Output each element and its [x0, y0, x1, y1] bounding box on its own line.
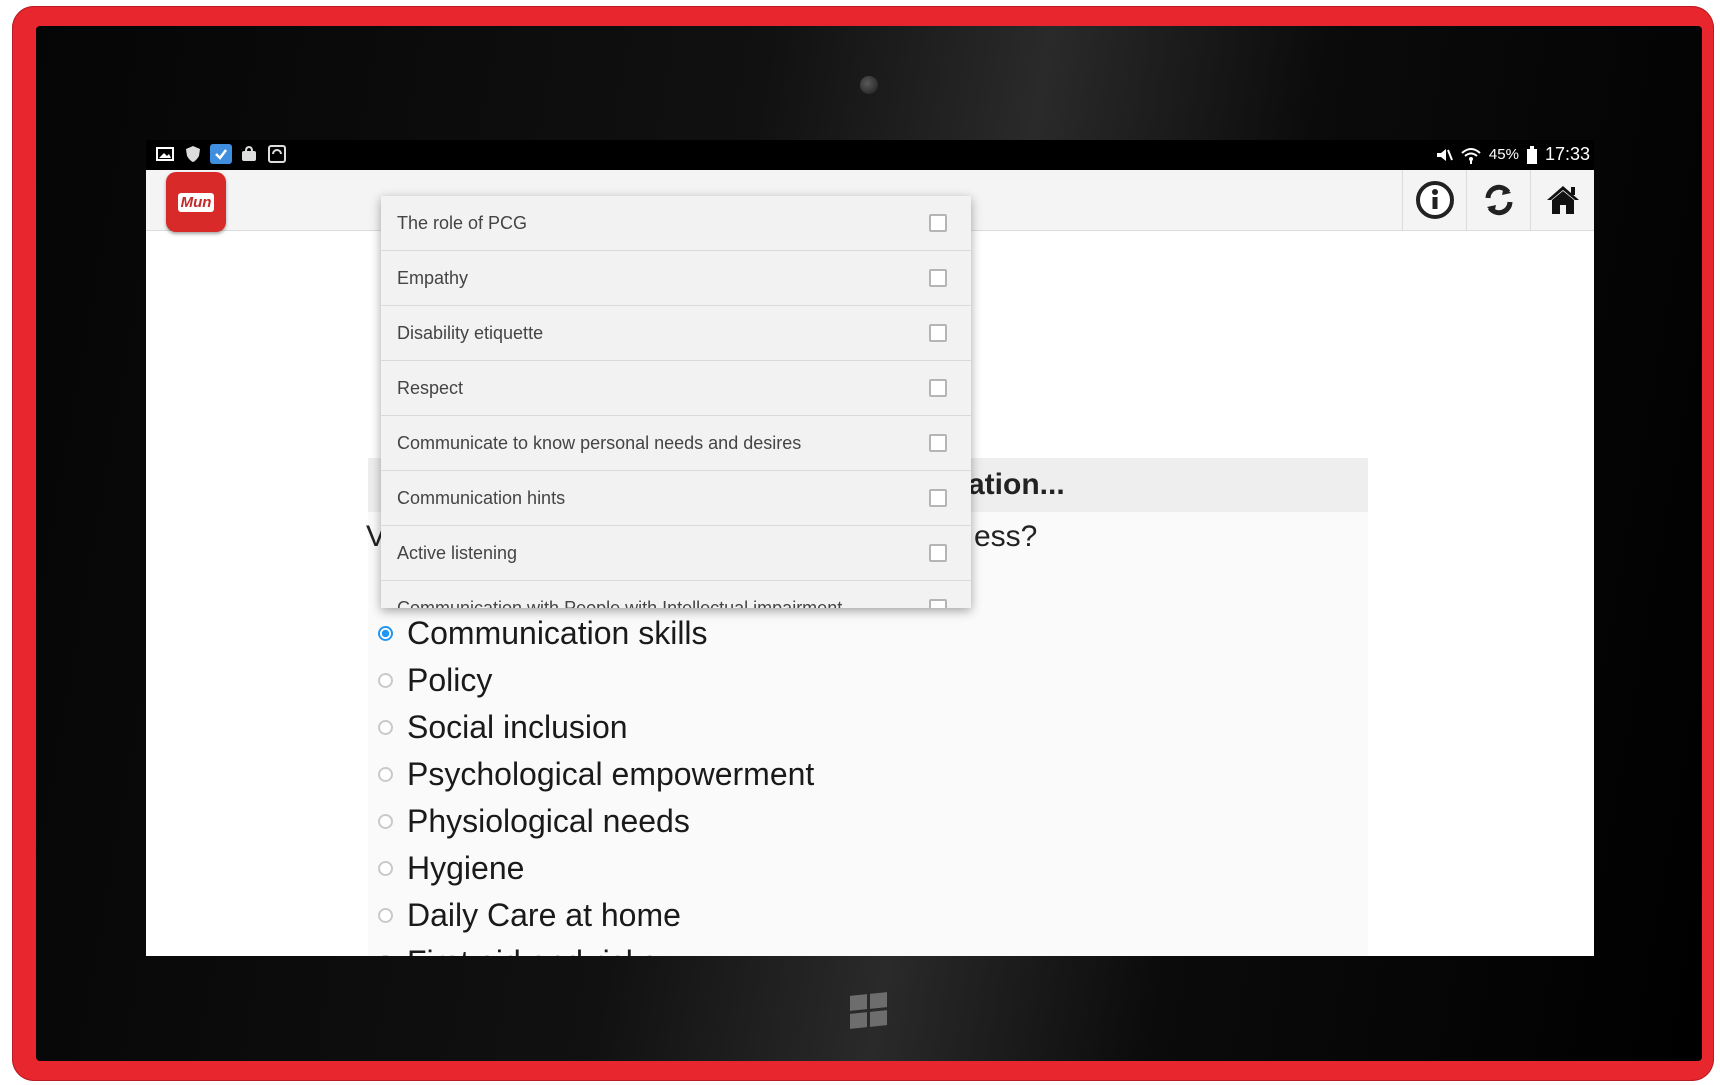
- topic-dropdown-menu[interactable]: The role of PCG Empathy Disability etiqu…: [381, 196, 971, 608]
- answer-option-label: Communication skills: [407, 615, 708, 651]
- dropdown-item-checkbox[interactable]: [929, 214, 947, 232]
- bag-icon: [238, 144, 260, 164]
- answer-option[interactable]: Social inclusion: [378, 704, 814, 751]
- dropdown-item-checkbox[interactable]: [929, 269, 947, 287]
- dropdown-item-checkbox[interactable]: [929, 379, 947, 397]
- dropdown-item[interactable]: Respect: [381, 361, 971, 416]
- answer-option[interactable]: First aid and risks: [378, 939, 814, 956]
- answer-option[interactable]: Hygiene: [378, 845, 814, 892]
- home-icon: [1547, 186, 1579, 214]
- dropdown-item[interactable]: Empathy: [381, 251, 971, 306]
- dropdown-item[interactable]: Communication hints: [381, 471, 971, 526]
- dropdown-item-checkbox[interactable]: [929, 434, 947, 452]
- radio-button[interactable]: [378, 908, 393, 923]
- camera-icon: [860, 76, 878, 94]
- dropdown-item-checkbox[interactable]: [929, 489, 947, 507]
- section-title-text: ation...: [968, 468, 1065, 501]
- device-screen: 45% 17:33 Mun ation... V ess? Communicat…: [146, 140, 1594, 956]
- home-button[interactable]: [1530, 170, 1594, 230]
- answer-option-label: Psychological empowerment: [407, 756, 815, 792]
- info-button[interactable]: [1402, 170, 1467, 230]
- dropdown-item-checkbox[interactable]: [929, 599, 947, 608]
- dropdown-item-label: The role of PCG: [397, 212, 528, 233]
- dropdown-item[interactable]: Communicate to know personal needs and d…: [381, 416, 971, 471]
- info-icon: [1416, 181, 1454, 219]
- dropdown-item-label: Communication hints: [397, 487, 566, 508]
- radio-button[interactable]: [378, 861, 393, 876]
- wifi-icon: [1461, 147, 1481, 164]
- answer-options: Communication skills Policy Social inclu…: [378, 610, 814, 956]
- app-logo-text: Mun: [177, 192, 215, 212]
- dropdown-item-label: Active listening: [397, 542, 518, 563]
- answer-option-label: Social inclusion: [407, 709, 628, 745]
- app-logo[interactable]: Mun: [166, 172, 226, 232]
- dropdown-item-label: Disability etiquette: [397, 322, 544, 343]
- refresh-button[interactable]: [1466, 170, 1531, 230]
- dropdown-item-label: Communicate to know personal needs and d…: [397, 432, 802, 453]
- question-end: ess?: [974, 520, 1038, 553]
- answer-option-label: Daily Care at home: [407, 897, 681, 933]
- mute-icon: [1436, 148, 1453, 161]
- battery-icon: [1526, 145, 1537, 164]
- answer-option[interactable]: Daily Care at home: [378, 892, 814, 939]
- dropdown-item-label: Empathy: [397, 267, 469, 288]
- dropdown-item[interactable]: The role of PCG: [381, 196, 971, 251]
- radio-button[interactable]: [378, 673, 393, 688]
- answer-option-label: Hygiene: [407, 850, 525, 886]
- radio-button[interactable]: [378, 720, 393, 735]
- windows-logo-icon[interactable]: [850, 992, 888, 1029]
- answer-option[interactable]: Policy: [378, 657, 814, 704]
- dropdown-item-checkbox[interactable]: [929, 324, 947, 342]
- answer-option[interactable]: Communication skills: [378, 610, 814, 657]
- dropdown-item[interactable]: Active listening: [381, 526, 971, 581]
- status-bar-system: 45% 17:33: [1435, 144, 1590, 165]
- radio-button-selected[interactable]: [378, 626, 393, 641]
- radio-button[interactable]: [378, 955, 393, 956]
- battery-percent: 45%: [1488, 146, 1519, 163]
- answer-option[interactable]: Psychological empowerment: [378, 751, 814, 798]
- radio-button[interactable]: [378, 814, 393, 829]
- dropdown-item-label: Communication with People with Intellect…: [397, 597, 843, 609]
- image-icon: [154, 144, 176, 164]
- radio-button[interactable]: [378, 767, 393, 782]
- shield-icon: [182, 144, 204, 164]
- dropdown-item[interactable]: Communication with People with Intellect…: [381, 581, 971, 608]
- checkbox-icon: [210, 144, 232, 164]
- answer-option-label: First aid and risks: [407, 944, 658, 956]
- sync-icon: [266, 144, 288, 164]
- dropdown-item-checkbox[interactable]: [929, 544, 947, 562]
- answer-option-label: Physiological needs: [407, 803, 690, 839]
- answer-option[interactable]: Physiological needs: [378, 798, 814, 845]
- status-bar: 45% 17:33: [146, 140, 1594, 170]
- status-bar-notification-icons: [154, 144, 288, 164]
- clock: 17:33: [1544, 144, 1590, 164]
- dropdown-item-label: Respect: [397, 377, 464, 398]
- answer-option-label: Policy: [407, 662, 493, 698]
- dropdown-item[interactable]: Disability etiquette: [381, 306, 971, 361]
- refresh-icon: [1485, 184, 1513, 216]
